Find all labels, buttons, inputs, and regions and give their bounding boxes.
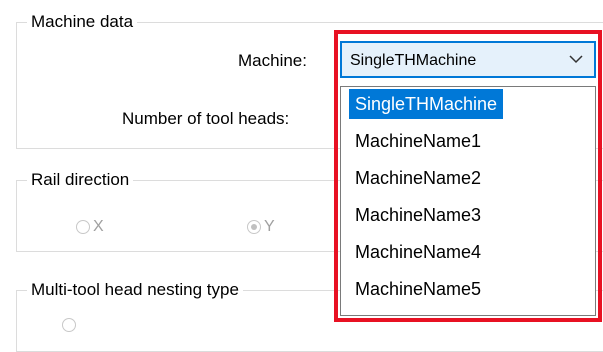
dropdown-option[interactable]: MachineName2 bbox=[349, 163, 487, 193]
radio-y[interactable] bbox=[247, 220, 261, 234]
radio-y-label: Y bbox=[264, 218, 275, 235]
dropdown-option[interactable]: MachineName5 bbox=[349, 274, 487, 304]
nesting-type-legend: Multi-tool head nesting type bbox=[27, 280, 243, 300]
dropdown-option[interactable]: MachineName4 bbox=[349, 237, 487, 267]
machine-dropdown-list: SingleTHMachine MachineName1 MachineName… bbox=[340, 86, 596, 316]
machine-combobox-value: SingleTHMachine bbox=[350, 52, 477, 69]
rail-direction-legend: Rail direction bbox=[27, 170, 134, 190]
machine-label: Machine: bbox=[238, 51, 307, 70]
dropdown-option[interactable]: MachineName1 bbox=[349, 126, 487, 156]
machine-data-legend: Machine data bbox=[27, 12, 138, 32]
nesting-radio-partial[interactable] bbox=[62, 318, 76, 332]
machine-combobox[interactable]: SingleTHMachine bbox=[340, 41, 596, 78]
tool-heads-label: Number of tool heads: bbox=[122, 109, 290, 128]
dropdown-option[interactable]: SingleTHMachine bbox=[349, 89, 504, 119]
dropdown-option[interactable]: MachineName3 bbox=[349, 200, 487, 230]
chevron-down-icon[interactable] bbox=[566, 49, 586, 69]
radio-x[interactable] bbox=[76, 220, 90, 234]
radio-x-label: X bbox=[93, 218, 104, 235]
